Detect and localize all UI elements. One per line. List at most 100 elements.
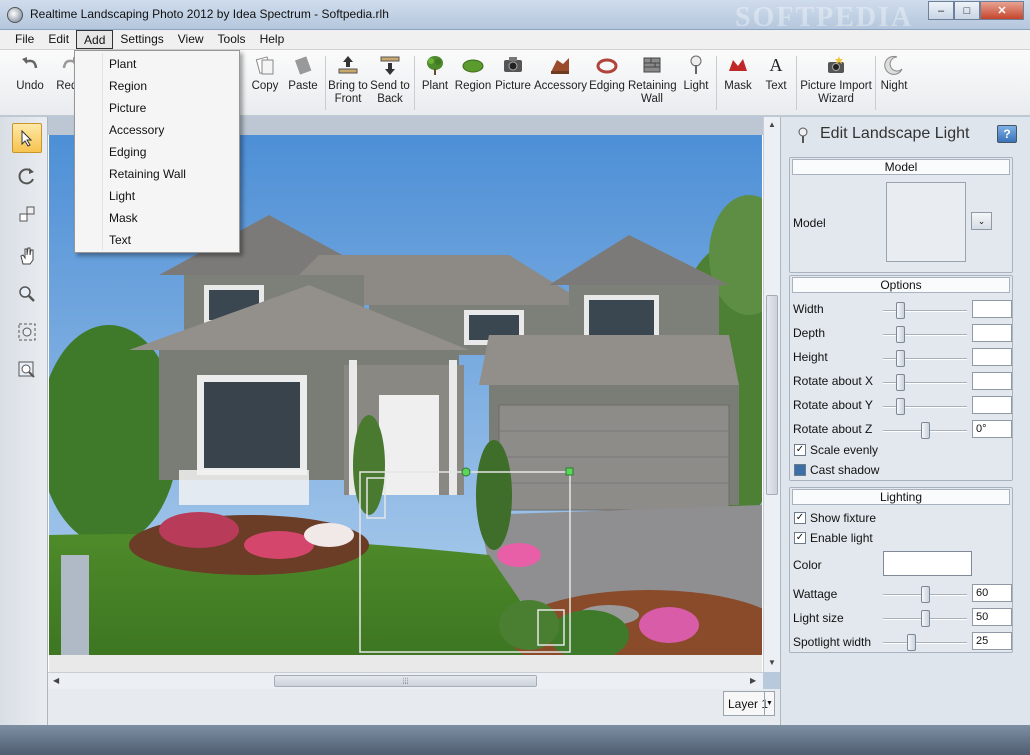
width-input[interactable] [972,300,1012,318]
enable-light-label: Enable light [810,531,873,545]
scroll-right-arrow[interactable]: ▶ [750,676,756,685]
horizontal-scroll-thumb[interactable]: ⦙⦙⦙ [274,675,537,687]
scroll-up-arrow[interactable]: ▲ [768,120,776,129]
toolbar-separator [325,56,326,110]
slider-knob[interactable] [896,374,905,391]
menu-item-retaining-wall[interactable]: Retaining Wall [109,167,186,181]
light-size-slider[interactable] [883,610,967,627]
menu-item-accessory[interactable]: Accessory [109,123,164,137]
scale-evenly-checkbox[interactable]: ✓ [794,444,806,456]
zoom-extents-icon [18,323,36,341]
rotate-x-slider[interactable] [883,374,967,391]
plant-icon [427,56,443,75]
vertical-scrollbar[interactable]: ▲ ▼ [763,117,780,672]
close-button[interactable]: ✕ [980,1,1024,20]
slider-knob[interactable] [896,302,905,319]
depth-slider[interactable] [883,326,967,343]
rotate-x-label: Rotate about X [793,374,874,388]
menu-item-region[interactable]: Region [109,79,147,93]
bring-to-front-button[interactable]: Bring to Front [328,54,368,106]
paste-button[interactable]: Paste [286,54,320,93]
menu-item-text[interactable]: Text [109,233,131,247]
spotlight-width-input[interactable]: 25 [972,632,1012,650]
spotlight-width-slider[interactable] [883,634,967,651]
night-button[interactable]: Night [878,54,910,93]
slider-knob[interactable] [907,634,916,651]
height-input[interactable] [972,348,1012,366]
rotate-y-input[interactable] [972,396,1012,414]
pointer-icon [21,129,33,147]
slider-knob[interactable] [921,422,930,439]
accessory-label: Accessory [534,80,588,92]
scroll-down-arrow[interactable]: ▼ [768,658,776,667]
rotate-z-input[interactable]: 0° [972,420,1012,438]
plant-button[interactable]: Plant [418,54,452,93]
horizontal-scrollbar[interactable]: ◀ ⦙⦙⦙ ▶ [48,672,763,689]
undo-button[interactable]: Undo [12,54,48,93]
zoom-extents-tool[interactable] [12,317,42,347]
maximize-button[interactable]: □ [954,1,980,20]
slider-knob[interactable] [896,398,905,415]
menu-item-mask[interactable]: Mask [109,211,138,225]
menu-edit[interactable]: Edit [41,30,76,49]
light-size-input[interactable]: 50 [972,608,1012,626]
resize-tool[interactable] [12,199,42,229]
wattage-input[interactable]: 60 [972,584,1012,602]
zoom-window-tool[interactable] [12,355,42,385]
slider-knob[interactable] [921,610,930,627]
copy-button[interactable]: Copy [248,54,282,93]
menu-item-picture[interactable]: Picture [109,101,146,115]
slider-knob[interactable] [921,586,930,603]
zoom-tool[interactable] [12,279,42,309]
chevron-down-icon[interactable]: ▼ [764,692,774,715]
enable-light-checkbox[interactable]: ✓ [794,532,806,544]
scroll-left-arrow[interactable]: ◀ [53,676,59,685]
text-button[interactable]: A Text [760,54,792,93]
accessory-button[interactable]: Accessory [534,54,588,93]
light-button[interactable]: Light [680,54,712,93]
show-fixture-checkbox[interactable]: ✓ [794,512,806,524]
camera-icon [504,57,522,72]
width-label: Width [793,302,824,316]
app-icon[interactable] [7,7,23,23]
help-button[interactable]: ? [997,125,1017,143]
model-dropdown-button[interactable]: ⌄ [971,212,992,230]
mask-button[interactable]: Mask [720,54,756,93]
layer-select[interactable]: Layer 1 ▼ [723,691,775,716]
region-button[interactable]: Region [454,54,492,93]
rotate-y-slider[interactable] [883,398,967,415]
show-fixture-label: Show fixture [810,511,877,525]
menu-add[interactable]: Add [76,30,114,49]
model-preview[interactable] [886,182,966,262]
rotate-tool[interactable] [12,161,42,191]
select-tool[interactable] [12,123,42,153]
depth-input[interactable] [972,324,1012,342]
wattage-slider[interactable] [883,586,967,603]
menu-help[interactable]: Help [253,30,292,49]
cast-shadow-checkbox[interactable] [794,464,806,476]
menu-file[interactable]: File [8,30,41,49]
menu-item-light[interactable]: Light [109,189,135,203]
vertical-scroll-thumb[interactable] [766,295,778,495]
menu-tools[interactable]: Tools [211,30,253,49]
picture-import-wizard-button[interactable]: Picture Import Wizard [800,54,872,106]
rotate-z-slider[interactable] [883,422,967,439]
minimize-button[interactable]: – [928,1,954,20]
color-swatch[interactable] [883,551,972,576]
picture-button[interactable]: Picture [494,54,532,93]
pan-tool[interactable] [12,241,42,271]
retaining-wall-button[interactable]: Retaining Wall [628,54,677,106]
height-slider[interactable] [883,350,967,367]
edging-button[interactable]: Edging [588,54,626,93]
menu-view[interactable]: View [171,30,211,49]
menu-settings[interactable]: Settings [113,30,170,49]
width-slider[interactable] [883,302,967,319]
slider-knob[interactable] [896,326,905,343]
accessory-icon [551,58,569,74]
send-to-back-button[interactable]: Send to Back [370,54,410,106]
slider-knob[interactable] [896,350,905,367]
rotate-x-input[interactable] [972,372,1012,390]
properties-panel: Edit Landscape Light ? Model Model ⌄ Opt… [780,117,1030,725]
menu-item-edging[interactable]: Edging [109,145,146,159]
menu-item-plant[interactable]: Plant [109,57,136,71]
